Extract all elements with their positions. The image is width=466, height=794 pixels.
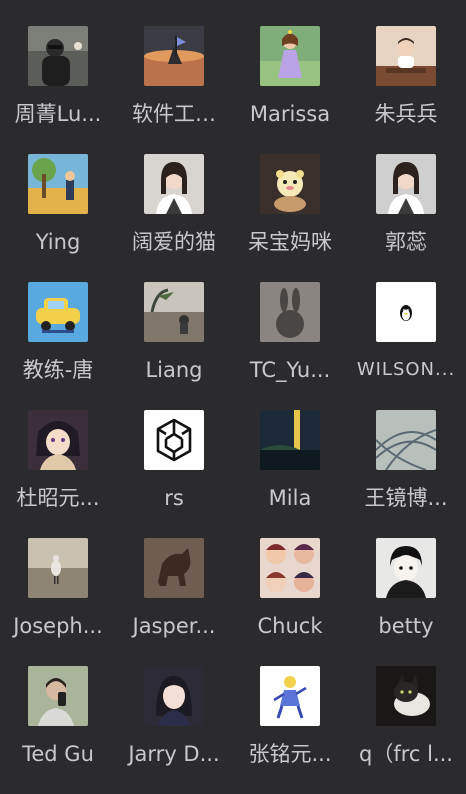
member-item[interactable]: 王镜博... xyxy=(348,410,464,538)
member-item[interactable]: 教练-唐 xyxy=(0,282,116,410)
member-item[interactable]: Marissa xyxy=(232,26,348,154)
cat-photo-icon[interactable] xyxy=(376,666,436,726)
member-name: Chuck xyxy=(257,614,323,638)
member-item[interactable]: Ying xyxy=(0,154,116,282)
member-name: Ying xyxy=(35,230,81,254)
member-item[interactable]: 张铭元... xyxy=(232,666,348,794)
member-item[interactable]: Chuck xyxy=(232,538,348,666)
anime-collage-icon[interactable] xyxy=(260,538,320,598)
member-name: Ted Gu xyxy=(22,742,94,766)
member-item[interactable]: Ted Gu xyxy=(0,666,116,794)
abstract-lines-icon[interactable] xyxy=(376,410,436,470)
member-name: 张铭元... xyxy=(248,742,332,766)
girl-portrait-icon[interactable] xyxy=(144,666,204,726)
member-name: 教练-唐 xyxy=(22,358,94,382)
member-item[interactable]: 杜昭元... xyxy=(0,410,116,538)
member-item[interactable]: Jasper... xyxy=(116,538,232,666)
member-name: 朱兵兵 xyxy=(374,102,438,126)
member-name: 杜昭元... xyxy=(16,486,100,510)
hexagon-logo-icon[interactable] xyxy=(144,410,204,470)
member-item[interactable]: 周菁Lu... xyxy=(0,26,116,154)
member-item[interactable]: 呆宝妈咪 xyxy=(232,154,348,282)
sunset-landscape-icon[interactable] xyxy=(260,410,320,470)
member-name: Jarry D... xyxy=(128,742,220,766)
anime-character-icon[interactable] xyxy=(28,410,88,470)
member-name: rs xyxy=(164,486,184,510)
sketch-figure-icon[interactable] xyxy=(260,666,320,726)
member-name: 呆宝妈咪 xyxy=(248,230,332,254)
member-name: 周菁Lu... xyxy=(14,102,102,126)
member-name: Joseph... xyxy=(13,614,103,638)
member-grid: 周菁Lu... 软件工… Marissa 朱兵兵 Ying 阔爱的猫 呆宝妈咪 郭蕊教练-唐 L… xyxy=(0,0,466,788)
cartoon-scene-icon[interactable] xyxy=(28,154,88,214)
horse-statue-icon[interactable] xyxy=(144,538,204,598)
member-item[interactable]: TC_Yu... xyxy=(232,282,348,410)
plush-toy-photo-icon[interactable] xyxy=(260,154,320,214)
member-name: Jasper... xyxy=(132,614,216,638)
member-item[interactable]: 朱兵兵 xyxy=(348,26,464,154)
bird-photo-icon[interactable] xyxy=(28,538,88,598)
shadow-bunny-icon[interactable] xyxy=(260,282,320,342)
woman-portrait-icon[interactable] xyxy=(144,154,204,214)
princess-cartoon-icon[interactable] xyxy=(260,26,320,86)
member-name: q（frc l... xyxy=(359,742,453,766)
selfie-photo-icon[interactable] xyxy=(28,666,88,726)
member-item[interactable]: q（frc l... xyxy=(348,666,464,794)
member-item[interactable]: Mila xyxy=(232,410,348,538)
member-name: 阔爱的猫 xyxy=(132,230,216,254)
manga-boy-icon[interactable] xyxy=(376,538,436,598)
member-item[interactable]: 阔爱的猫 xyxy=(116,154,232,282)
penguin-logo-icon[interactable] xyxy=(376,282,436,342)
member-item[interactable]: rs xyxy=(116,410,232,538)
member-name: 软件工… xyxy=(132,102,216,126)
child-photo-icon[interactable] xyxy=(376,26,436,86)
member-name: WILSON... xyxy=(356,359,456,380)
member-name: Marissa xyxy=(249,102,331,126)
sunset-boat-photo-icon[interactable] xyxy=(144,26,204,86)
member-item[interactable]: Joseph... xyxy=(0,538,116,666)
member-item[interactable]: 郭蕊 xyxy=(348,154,464,282)
beach-photo-icon[interactable] xyxy=(144,282,204,342)
member-item[interactable]: Liang xyxy=(116,282,232,410)
person-dark-photo-icon[interactable] xyxy=(28,26,88,86)
member-name: Liang xyxy=(145,358,203,382)
member-name: 王镜博... xyxy=(364,486,448,510)
member-item[interactable]: WILSON... xyxy=(348,282,464,410)
member-name: 郭蕊 xyxy=(385,230,427,254)
member-name: betty xyxy=(378,614,434,638)
woman-portrait-icon[interactable] xyxy=(376,154,436,214)
member-item[interactable]: 软件工… xyxy=(116,26,232,154)
member-name: TC_Yu... xyxy=(249,358,331,382)
member-item[interactable]: Jarry D... xyxy=(116,666,232,794)
member-name: Mila xyxy=(268,486,312,510)
member-item[interactable]: betty xyxy=(348,538,464,666)
car-cartoon-icon[interactable] xyxy=(28,282,88,342)
